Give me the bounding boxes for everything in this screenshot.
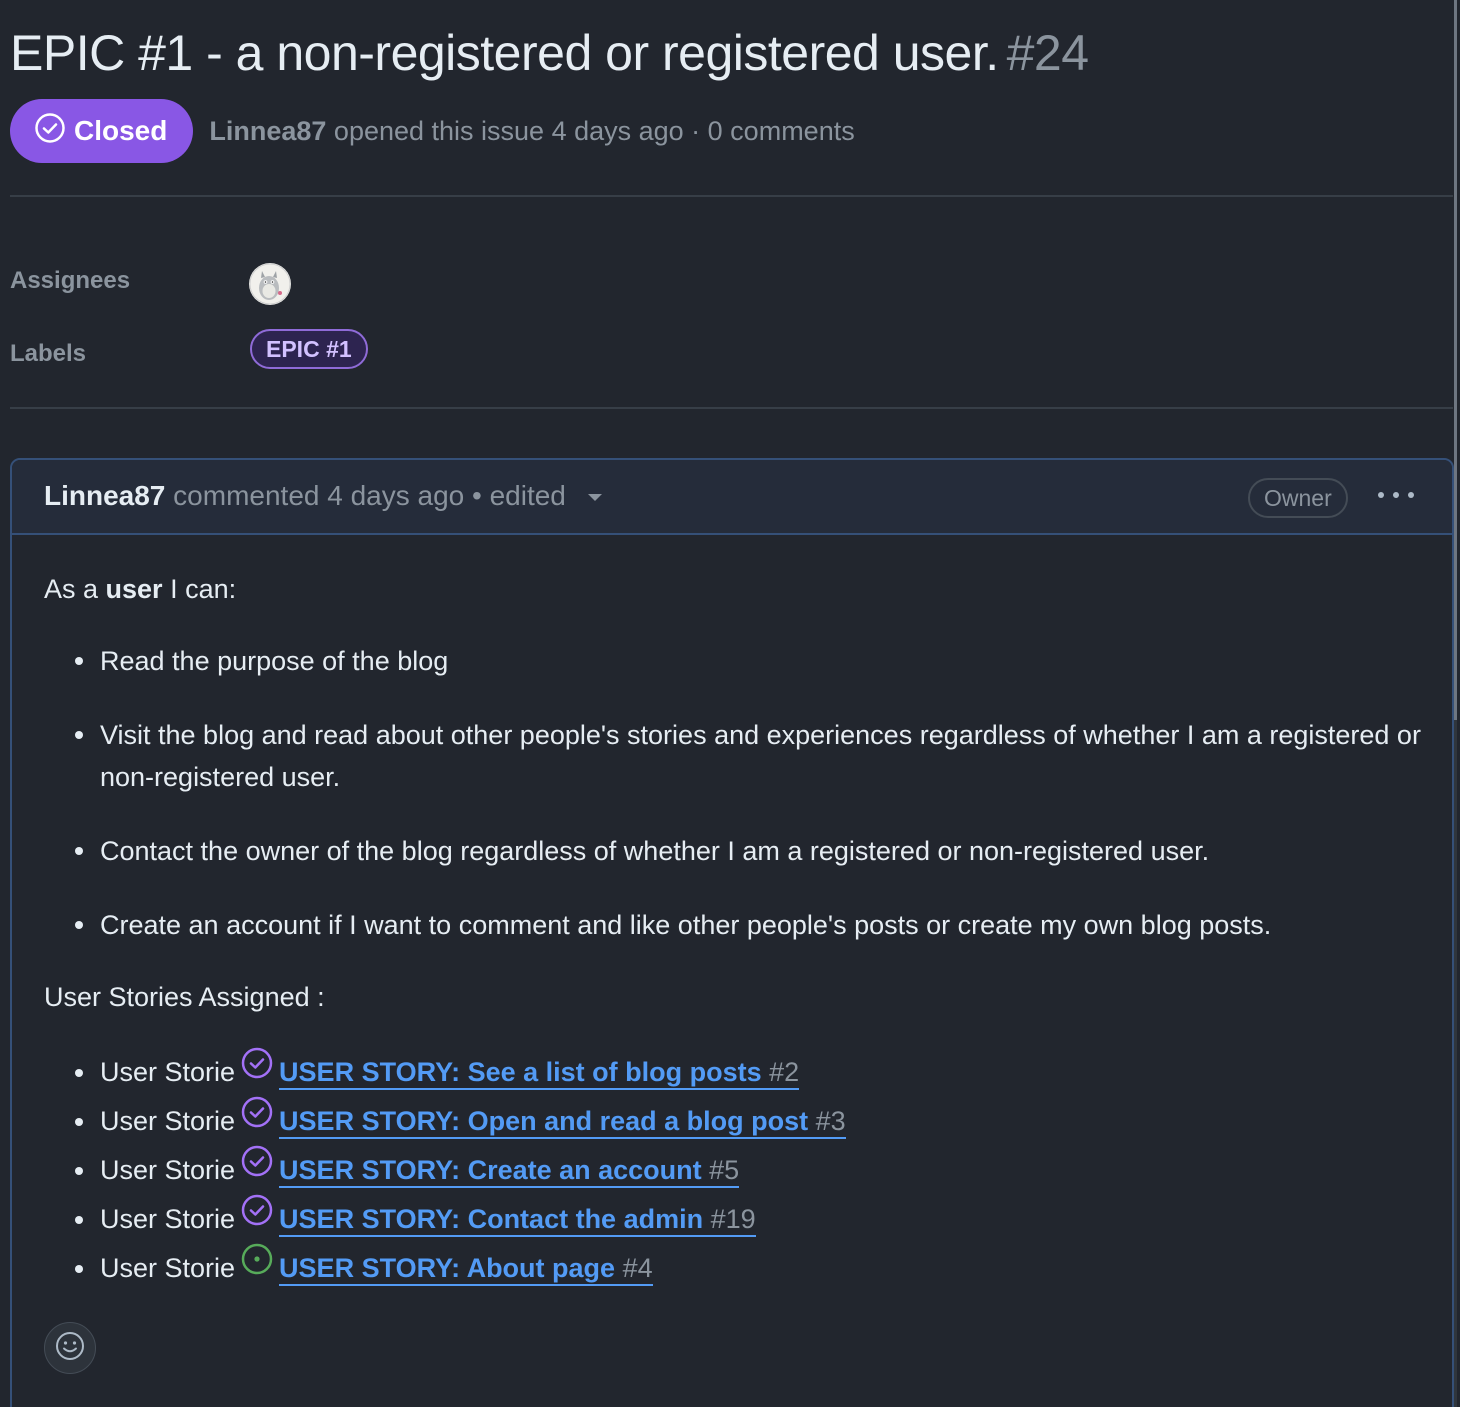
story-title: USER STORY: Create an account — [279, 1155, 710, 1185]
labels-label: Labels — [10, 340, 87, 367]
scrollbar-thumb[interactable] — [1454, 0, 1457, 720]
issue-title-row: EPIC #1 - a non-registered or registered… — [10, 22, 1089, 84]
comment-header-text: Linnea87 commented 4 days ago • edited — [44, 480, 602, 512]
state-label: Closed — [74, 115, 168, 146]
story-link[interactable]: USER STORY: Open and read a blog post #3 — [279, 1106, 846, 1139]
requirement-item: Create an account if I want to comment a… — [44, 904, 1424, 946]
issue-author-link[interactable]: Linnea87 — [209, 116, 326, 146]
issue-open-icon — [241, 1242, 273, 1291]
check-circle-icon — [241, 1144, 273, 1193]
issue-status-row: Closed Linnea87 opened this issue 4 days… — [10, 99, 855, 163]
check-circle-icon — [241, 1046, 273, 1095]
closed-check-icon — [34, 112, 74, 151]
story-number: #2 — [769, 1057, 800, 1087]
comment-intro: As a user I can: — [44, 570, 1424, 608]
story-title: USER STORY: Open and read a blog post — [279, 1106, 809, 1136]
story-link[interactable]: USER STORY: About page #4 — [279, 1253, 653, 1286]
kebab-dot — [1408, 492, 1414, 498]
issue-meta-text: opened this issue 4 days ago · 0 comment… — [333, 115, 855, 146]
requirement-item: Visit the blog and read about other peop… — [44, 714, 1424, 798]
kebab-menu-icon[interactable] — [1378, 482, 1414, 508]
story-title: USER STORY: See a list of blog posts — [279, 1057, 762, 1087]
story-number: #4 — [622, 1253, 653, 1283]
owner-role-badge: Owner — [1248, 478, 1348, 518]
story-title: USER STORY: About page — [279, 1253, 616, 1283]
intro-prefix: As a — [44, 574, 106, 604]
issue-number: #24 — [1006, 25, 1089, 81]
meta-divider — [10, 407, 1453, 409]
intro-bold: user — [105, 574, 163, 604]
comment-header: Linnea87 commented 4 days ago • edited O… — [12, 460, 1452, 535]
check-circle-icon — [241, 1095, 273, 1144]
story-number: #3 — [815, 1106, 846, 1136]
stories-list: User Storie USER STORY: See a list of blo… — [44, 1048, 1424, 1293]
kebab-dot — [1378, 492, 1384, 498]
story-number: #19 — [710, 1204, 756, 1234]
intro-suffix: I can: — [162, 574, 237, 604]
comment-meta: commented 4 days ago • edited — [173, 480, 566, 511]
story-title: USER STORY: Contact the admin — [279, 1204, 711, 1234]
add-reaction-button[interactable] — [44, 1322, 96, 1374]
requirement-item: Contact the owner of the blog regardless… — [44, 830, 1424, 872]
issue-meta: Linnea87 opened this issue 4 days ago · … — [209, 116, 854, 147]
story-link[interactable]: USER STORY: Create an account #5 — [279, 1155, 740, 1188]
epic-label-pill[interactable]: EPIC #1 — [250, 329, 368, 369]
check-circle-icon — [241, 1193, 273, 1242]
stories-heading: User Stories Assigned : — [44, 982, 325, 1012]
issue-title: EPIC #1 - a non-registered or registered… — [10, 25, 999, 81]
story-list-item: User Storie USER STORY: See a list of blo… — [44, 1048, 1424, 1097]
story-list-item: User Storie USER STORY: About page #4 — [44, 1244, 1424, 1293]
issue-comment: Linnea87 commented 4 days ago • edited O… — [10, 458, 1454, 1407]
assignee-avatar[interactable] — [249, 263, 291, 305]
header-divider — [10, 195, 1453, 197]
story-list-item: User Storie USER STORY: Create an account… — [44, 1146, 1424, 1195]
requirement-item: Read the purpose of the blog — [44, 640, 1424, 682]
closed-state-badge: Closed — [10, 99, 194, 163]
story-prefix: User Storie — [100, 1057, 236, 1087]
story-link[interactable]: USER STORY: See a list of blog posts #2 — [279, 1057, 800, 1090]
assignees-label: Assignees — [10, 267, 131, 294]
comment-body: As a user I can: Read the purpose of the… — [44, 570, 1424, 1293]
story-prefix: User Storie — [100, 1253, 236, 1283]
requirements-list: Read the purpose of the blog Visit the b… — [44, 640, 1424, 946]
story-link[interactable]: USER STORY: Contact the admin #19 — [279, 1204, 756, 1237]
story-prefix: User Storie — [100, 1155, 236, 1185]
story-list-item: User Storie USER STORY: Open and read a b… — [44, 1097, 1424, 1146]
edit-history-chevron-down-icon[interactable] — [587, 494, 602, 502]
story-number: #5 — [709, 1155, 740, 1185]
issue-page: EPIC #1 - a non-registered or registered… — [0, 0, 1460, 1407]
smiley-icon — [54, 1330, 86, 1367]
story-prefix: User Storie — [100, 1204, 236, 1234]
story-prefix: User Storie — [100, 1106, 236, 1136]
story-list-item: User Storie USER STORY: Contact the admin… — [44, 1195, 1424, 1244]
comment-author-link[interactable]: Linnea87 — [44, 480, 165, 511]
kebab-dot — [1393, 492, 1399, 498]
